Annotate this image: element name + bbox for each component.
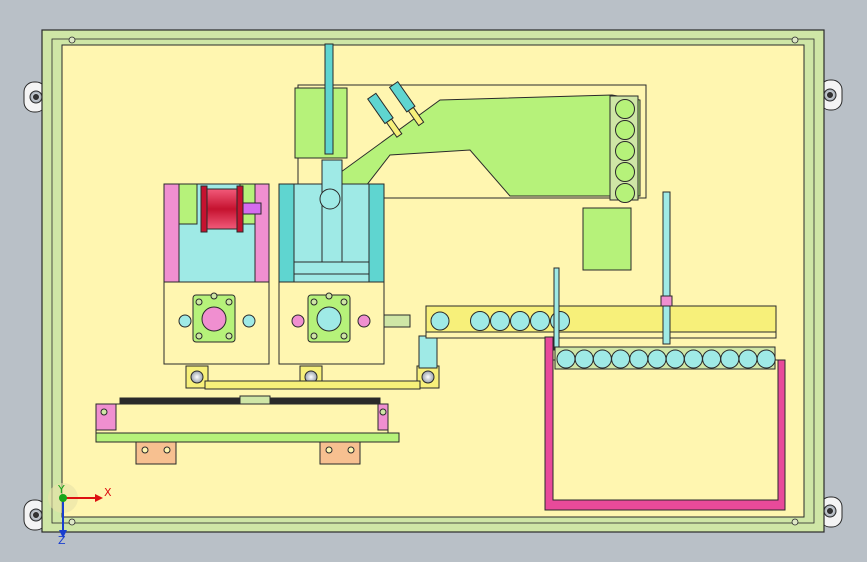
right-cylinder-cap [660, 295, 673, 307]
left-bearing [201, 306, 227, 332]
shaft-stub [383, 314, 411, 328]
slide-rail [95, 395, 400, 443]
arm-roller [615, 141, 635, 161]
middle-bearing [316, 306, 342, 332]
chute-roller [510, 311, 530, 331]
middle-block-hole-2 [357, 314, 371, 328]
arm-rollers [615, 99, 635, 203]
left-station-side-left [163, 183, 180, 283]
tray-roller [756, 349, 776, 369]
cad-drawing: X Y Z [23, 29, 843, 547]
tray-roller [683, 349, 703, 369]
left-block-hole-2 [242, 314, 256, 328]
tray-roller [665, 349, 685, 369]
axis-z-label: Z [58, 534, 66, 547]
vertical-spacer [418, 335, 438, 369]
chute-roller [430, 311, 450, 331]
left-upright-block [294, 87, 348, 159]
tray-roller [611, 349, 631, 369]
tray-roller [574, 349, 594, 369]
rail-carriage [95, 403, 389, 435]
arm-roller [615, 183, 635, 203]
left-station-side-right [254, 183, 270, 283]
rail-right-endcap [377, 403, 389, 431]
arm-roller [615, 120, 635, 140]
rail-bracket-right [319, 441, 361, 465]
rail-left-endcap [95, 403, 117, 431]
tray-roller [647, 349, 667, 369]
link-bar [204, 380, 421, 390]
right-cylinder-rod [662, 191, 671, 345]
rail-base [95, 432, 400, 443]
left-station-top-left [178, 183, 198, 225]
arm-roller [615, 162, 635, 182]
chute-guide-post [553, 267, 560, 351]
pivot-joint [319, 188, 341, 210]
middle-station-side-right [368, 183, 385, 283]
middle-station-side-left [278, 183, 295, 283]
rail-bracket-left [135, 441, 177, 465]
arm-hanger-block [582, 207, 632, 271]
chute-roller [550, 311, 570, 331]
axis-y-label: Y [57, 483, 65, 496]
chute-lip [425, 331, 777, 339]
bin-floor [552, 359, 779, 501]
chute-roller [490, 311, 510, 331]
axis-x-label: X [104, 486, 112, 499]
tray-roller [738, 349, 758, 369]
tray-roller [720, 349, 740, 369]
arm-roller [615, 99, 635, 119]
left-block-hole-1 [178, 314, 192, 328]
tray-roller [556, 349, 576, 369]
chute-roller [530, 311, 550, 331]
tray-roller [629, 349, 649, 369]
cylinder-rod-top [324, 43, 334, 155]
carriage-slot [239, 395, 271, 405]
middle-crossbar [293, 261, 370, 275]
tray-roller [702, 349, 722, 369]
tray-roller [592, 349, 612, 369]
middle-block-hole-1 [291, 314, 305, 328]
left-station [163, 183, 270, 365]
chute-roller [470, 311, 490, 331]
middle-piston-rod [321, 159, 343, 271]
